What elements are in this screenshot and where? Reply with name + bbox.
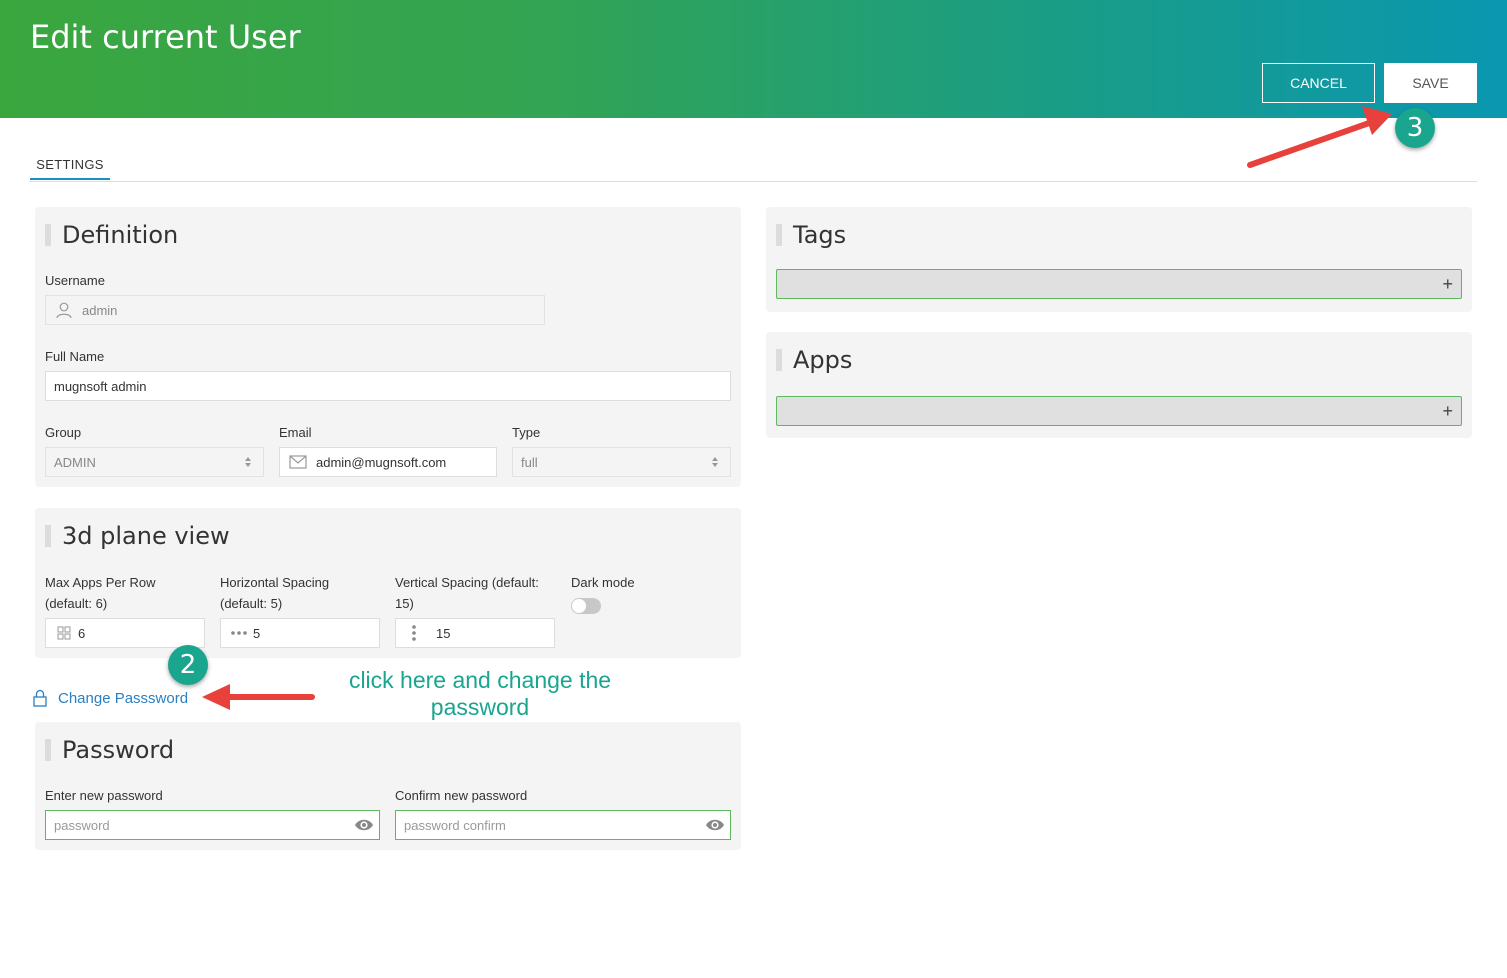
type-label: Type xyxy=(512,425,541,440)
sort-arrows-icon xyxy=(233,456,263,468)
apps-card: Apps + xyxy=(766,332,1472,438)
tab-settings[interactable]: SETTINGS xyxy=(30,150,110,180)
group-select[interactable]: ADMIN xyxy=(45,447,264,477)
definition-title: Definition xyxy=(45,221,178,249)
instruction-annotation: click here and change the password xyxy=(348,667,612,720)
step-2-badge: 2 xyxy=(168,645,208,685)
username-field[interactable]: admin xyxy=(45,295,545,325)
user-icon xyxy=(46,301,82,319)
step-3-badge: 3 xyxy=(1395,108,1435,148)
page-title: Edit current User xyxy=(30,18,301,56)
dots-horizontal-icon xyxy=(221,630,257,636)
sort-arrows-icon xyxy=(700,456,730,468)
tab-bar: SETTINGS xyxy=(30,150,1477,182)
apps-title: Apps xyxy=(776,346,852,374)
dots-vertical-icon xyxy=(396,624,432,642)
tags-input[interactable]: + xyxy=(776,269,1462,299)
email-value: admin@mugnsoft.com xyxy=(316,454,447,470)
h-spacing-value: 5 xyxy=(253,625,261,641)
v-spacing-input[interactable]: 15 xyxy=(395,618,555,648)
lock-icon xyxy=(32,689,48,707)
confirm-password-label: Confirm new password xyxy=(395,788,528,803)
v-spacing-value: 15 xyxy=(436,625,451,641)
tags-title: Tags xyxy=(776,221,846,249)
new-password-label: Enter new password xyxy=(45,788,163,803)
email-input[interactable]: admin@mugnsoft.com xyxy=(279,447,497,477)
fullname-input[interactable]: mugnsoft admin xyxy=(45,371,731,401)
eye-icon[interactable] xyxy=(700,818,730,832)
confirm-password-placeholder: password confirm xyxy=(404,817,506,833)
save-button[interactable]: SAVE xyxy=(1384,63,1477,103)
h-spacing-input[interactable]: 5 xyxy=(220,618,380,648)
username-value: admin xyxy=(82,302,118,318)
definition-card: Definition Username admin Full Name mugn… xyxy=(35,207,741,487)
page-header: Edit current User CANCEL SAVE xyxy=(0,0,1507,118)
plane-view-card: 3d plane view Max Apps Per Row (default:… xyxy=(35,508,741,658)
envelope-icon xyxy=(280,455,316,469)
fullname-label: Full Name xyxy=(45,349,105,364)
email-label: Email xyxy=(279,425,312,440)
password-title: Password xyxy=(45,736,174,764)
new-password-input[interactable]: password xyxy=(45,810,380,840)
change-password-label: Change Passsword xyxy=(58,689,189,707)
v-spacing-label: Vertical Spacing (default: 15) xyxy=(395,575,539,611)
type-value: full xyxy=(521,454,538,470)
max-apps-value: 6 xyxy=(78,625,86,641)
h-spacing-label: Horizontal Spacing (default: 5) xyxy=(220,575,330,611)
add-app-icon[interactable]: + xyxy=(1442,401,1453,421)
grid-icon xyxy=(46,626,82,640)
dark-mode-toggle[interactable] xyxy=(571,598,601,614)
type-select[interactable]: full xyxy=(512,447,731,477)
username-label: Username xyxy=(45,273,105,288)
change-password-link[interactable]: Change Passsword xyxy=(32,689,188,707)
toggle-knob xyxy=(572,599,586,613)
plane-view-title: 3d plane view xyxy=(45,522,230,550)
new-password-placeholder: password xyxy=(54,817,110,833)
tags-card: Tags + xyxy=(766,207,1472,312)
max-apps-input[interactable]: 6 xyxy=(45,618,205,648)
password-card: Password Enter new password password Con… xyxy=(35,722,741,850)
confirm-password-input[interactable]: password confirm xyxy=(395,810,731,840)
group-label: Group xyxy=(45,425,82,440)
apps-input[interactable]: + xyxy=(776,396,1462,426)
max-apps-label: Max Apps Per Row (default: 6) xyxy=(45,575,156,611)
group-value: ADMIN xyxy=(54,454,96,470)
dark-mode-label: Dark mode xyxy=(571,575,635,590)
cancel-button[interactable]: CANCEL xyxy=(1262,63,1375,103)
add-tag-icon[interactable]: + xyxy=(1442,274,1453,294)
fullname-value: mugnsoft admin xyxy=(54,378,147,394)
eye-icon[interactable] xyxy=(349,818,379,832)
